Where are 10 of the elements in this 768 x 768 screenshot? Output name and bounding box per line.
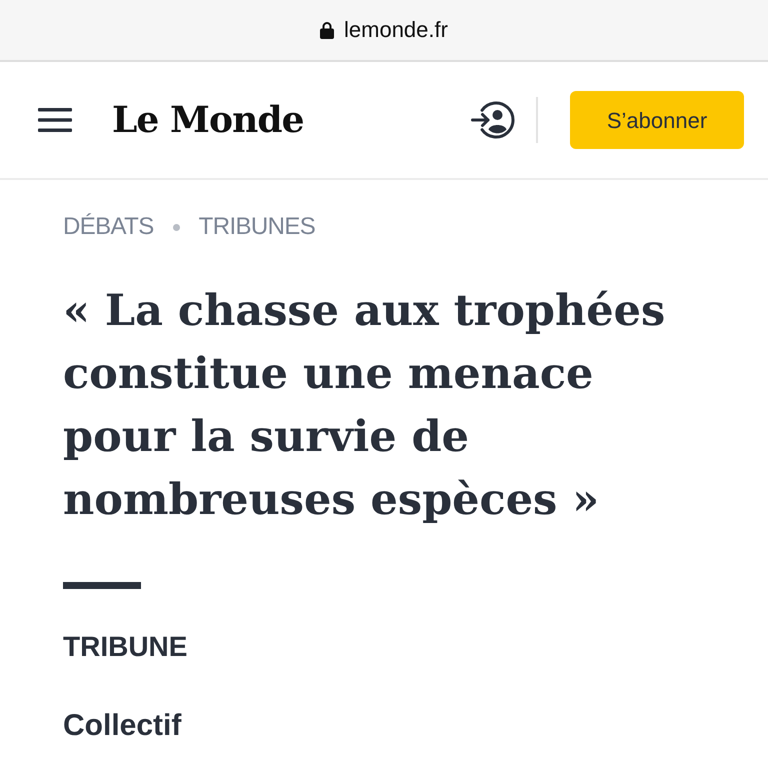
login-icon[interactable] — [471, 100, 515, 140]
breadcrumb-link[interactable]: DÉBATS — [63, 212, 154, 242]
menu-icon[interactable] — [38, 108, 72, 132]
article-title: « La chasse aux trophées constitue une menace pour la survie de nombreuses espèces » — [63, 285, 666, 527]
article-type-label: TRIBUNE — [63, 630, 188, 664]
breadcrumb-link[interactable]: TRIBUNES — [198, 212, 316, 242]
url-text[interactable]: lemonde.fr — [344, 19, 448, 41]
subscribe-button[interactable]: S’abonner — [570, 91, 744, 149]
author-name[interactable]: Collectif — [63, 709, 182, 743]
logo[interactable]: Le Monde — [112, 102, 304, 138]
